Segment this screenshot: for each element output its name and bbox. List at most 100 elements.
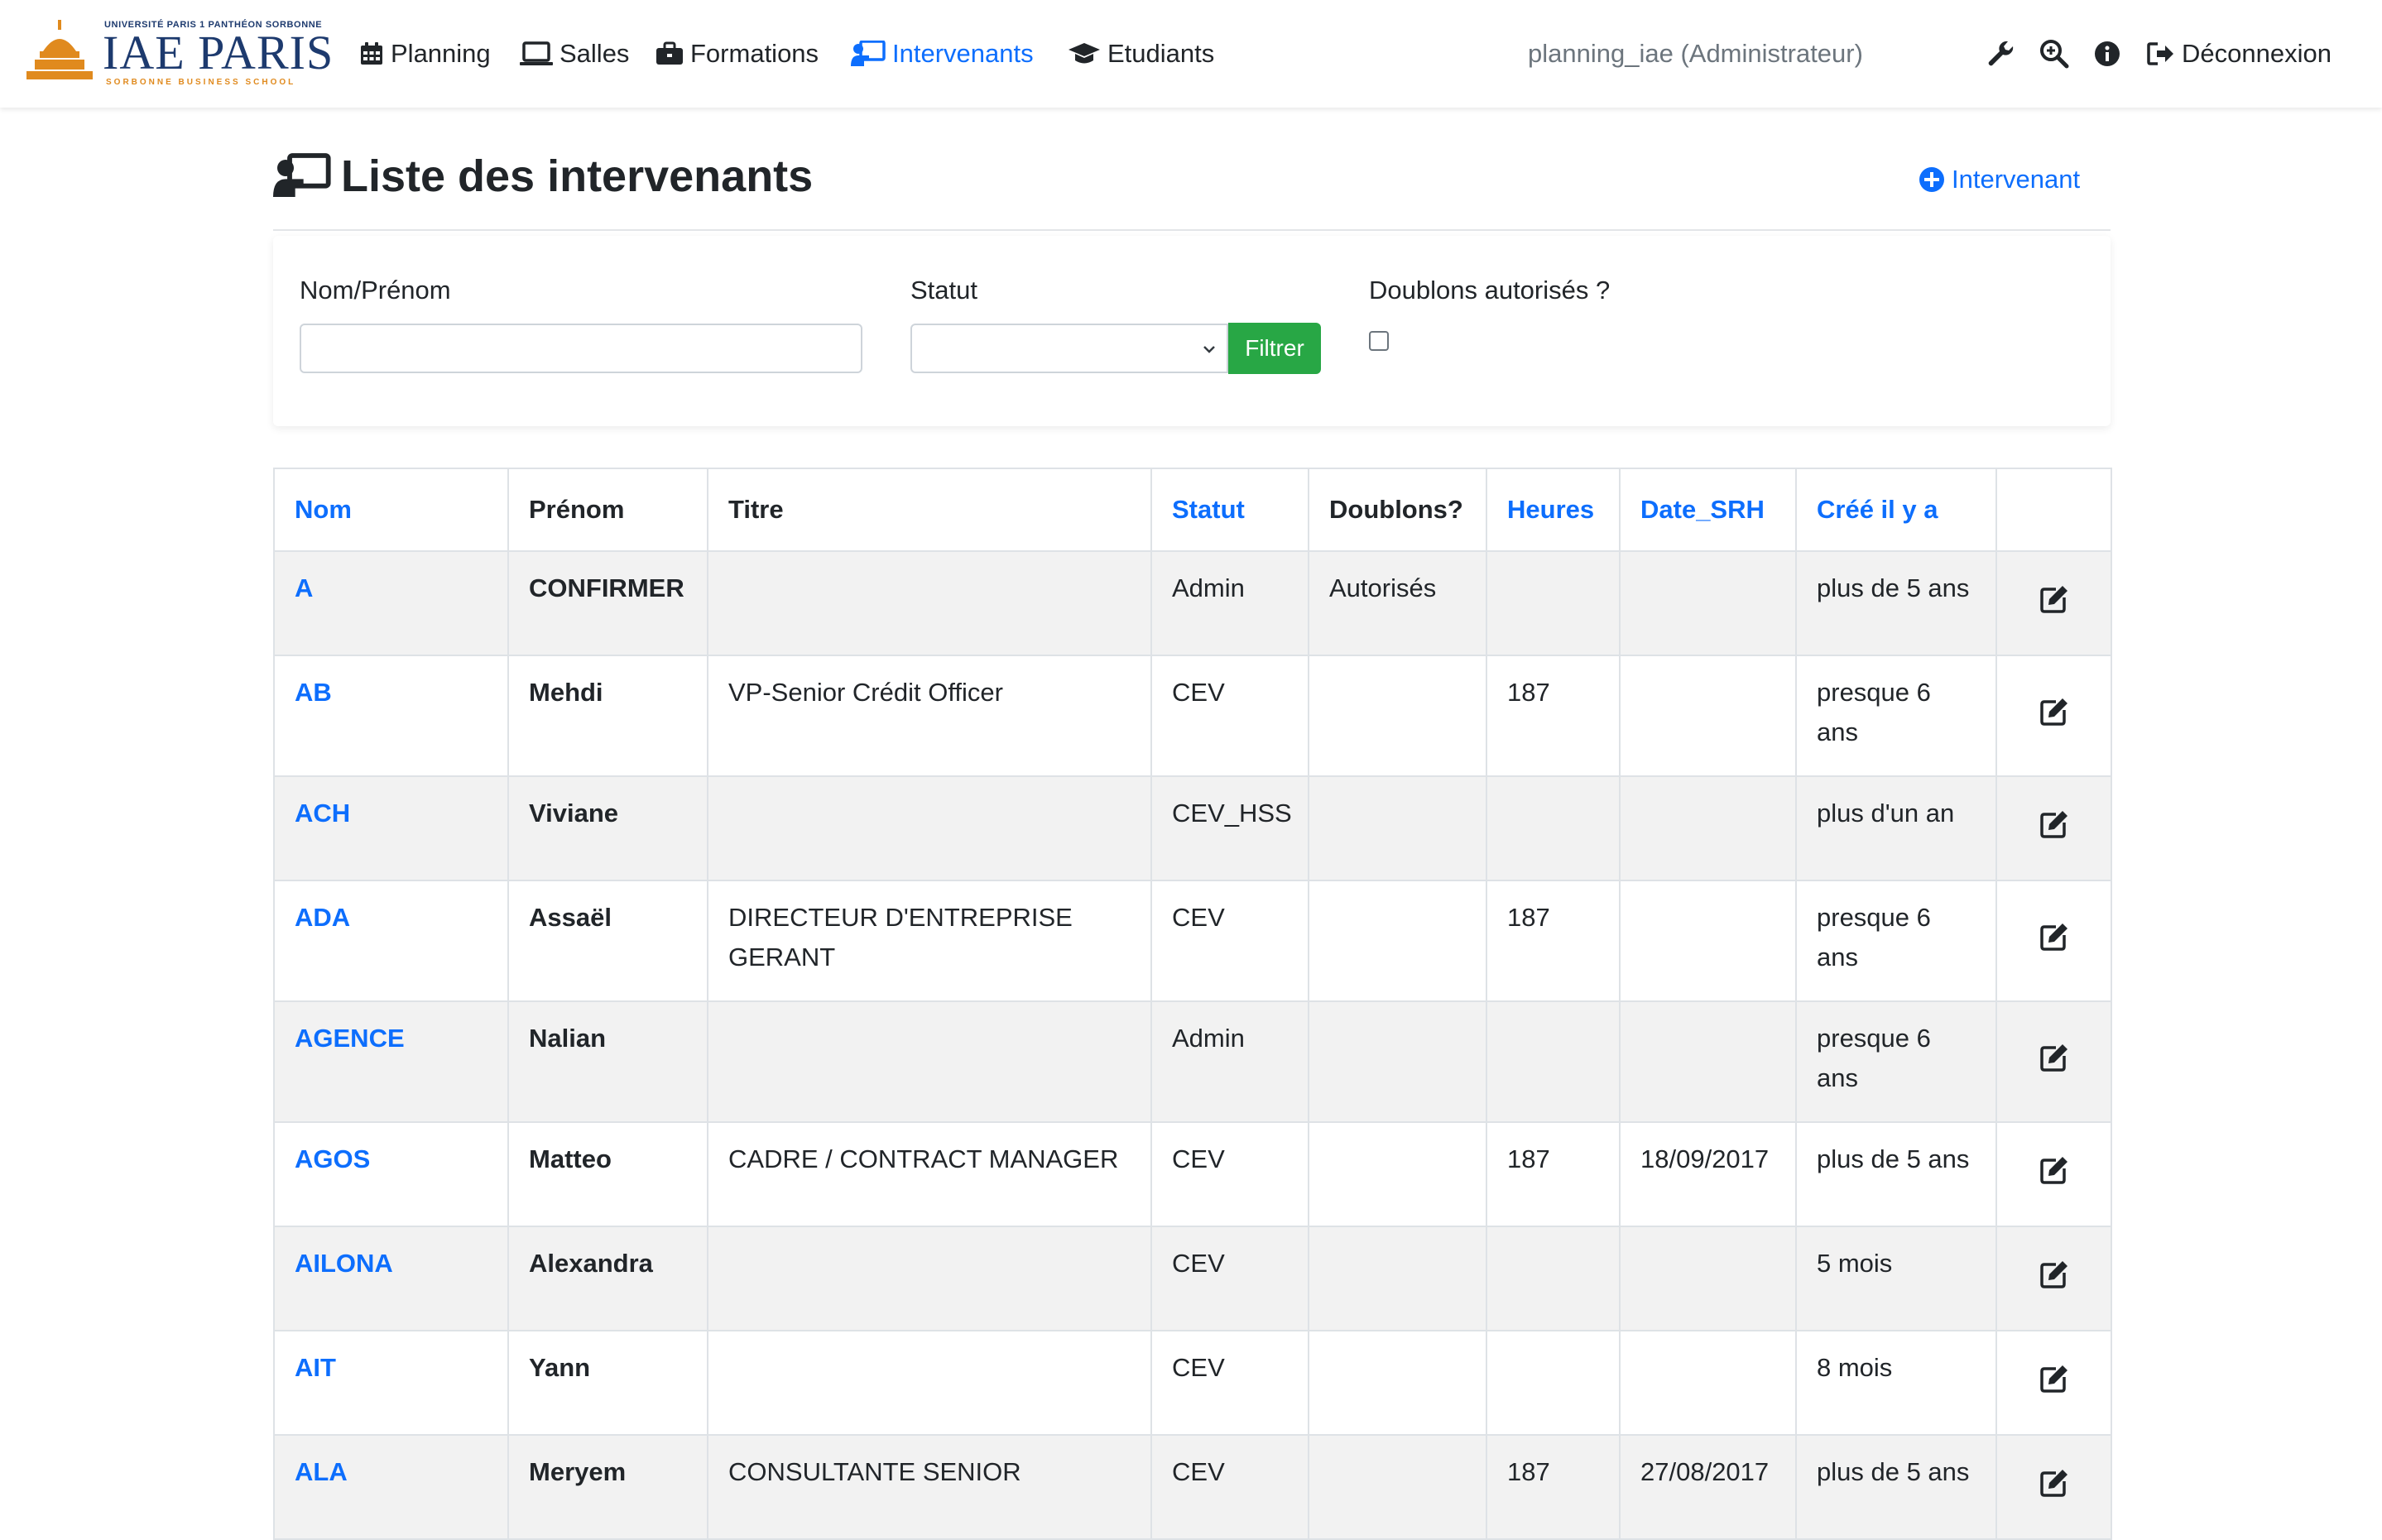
page-header: Liste des intervenants — [273, 141, 813, 212]
cell-actions — [1995, 655, 2112, 777]
status-filter-select[interactable] — [910, 324, 1228, 373]
edit-icon[interactable] — [2036, 581, 2072, 617]
iae-paris-logo[interactable]: UNIVERSITÉ PARIS 1 PANTHÉON SORBONNE IAE… — [25, 18, 333, 87]
graduation-cap-icon — [1069, 43, 1100, 64]
cell-prenom: Mehdi — [507, 655, 708, 777]
chevron-down-icon — [1203, 346, 1215, 353]
logout-link[interactable]: Déconnexion — [2147, 33, 2332, 74]
sign-out-icon — [2147, 42, 2173, 65]
cell-nom[interactable]: AILONA — [273, 1226, 509, 1331]
cell-cree: 8 mois — [1795, 1330, 1997, 1436]
nav-item-intervenants[interactable]: Intervenants — [851, 33, 1034, 74]
cell-statut: CEV — [1150, 1330, 1309, 1436]
edit-icon[interactable] — [2036, 1039, 2072, 1076]
nav-item-formations[interactable]: Formations — [656, 33, 819, 74]
briefcase-icon — [656, 41, 683, 65]
logo-main-text: IAE PARIS — [103, 26, 334, 79]
cell-cree: presque 6 ans — [1795, 880, 1997, 1002]
cell-statut: Admin — [1150, 550, 1309, 656]
edit-icon[interactable] — [2036, 1152, 2072, 1188]
cell-nom[interactable]: ACH — [273, 775, 509, 881]
nav-label: Planning — [391, 39, 491, 68]
column-header-doublons: Doublons? — [1308, 468, 1487, 552]
column-header-date-srh[interactable]: Date_SRH — [1619, 468, 1797, 552]
column-header-heures[interactable]: Heures — [1486, 468, 1621, 552]
cell-statut: CEV — [1150, 1226, 1309, 1331]
calendar-icon — [361, 42, 382, 65]
cell-heures: 187 — [1486, 1121, 1621, 1227]
filter-button[interactable]: Filtrer — [1228, 323, 1321, 374]
cell-date-srh: 27/08/2017 — [1619, 1434, 1797, 1540]
cell-date-srh — [1619, 550, 1797, 656]
cell-titre — [707, 550, 1152, 656]
nav-item-salles[interactable]: Salles — [520, 33, 629, 74]
cell-heures: 187 — [1486, 1434, 1621, 1540]
current-user: planning_iae (Administrateur) — [1528, 39, 1863, 68]
column-header-statut[interactable]: Statut — [1150, 468, 1309, 552]
cell-cree: plus de 5 ans — [1795, 550, 1997, 656]
cell-titre: CONSULTANTE SENIOR — [707, 1434, 1152, 1540]
cell-titre: VP-Senior Crédit Officer — [707, 655, 1152, 777]
cell-nom[interactable]: AB — [273, 655, 509, 777]
cell-cree: presque 6 ans — [1795, 1000, 1997, 1123]
wrench-icon[interactable] — [1985, 37, 2018, 70]
column-header-nom[interactable]: Nom — [273, 468, 509, 552]
plus-circle-icon — [1919, 167, 1944, 192]
cell-nom[interactable]: A — [273, 550, 509, 656]
cell-nom[interactable]: AGOS — [273, 1121, 509, 1227]
cell-titre — [707, 1226, 1152, 1331]
nav-label: Etudiants — [1107, 39, 1215, 68]
cell-nom[interactable]: ALA — [273, 1434, 509, 1540]
column-header-actions — [1995, 468, 2112, 552]
cell-titre — [707, 775, 1152, 881]
page-title: Liste des intervenants — [341, 151, 814, 201]
table-row: ALA Meryem CONSULTANTE SENIOR CEV 187 27… — [273, 1434, 2112, 1540]
cell-cree: 5 mois — [1795, 1226, 1997, 1331]
cell-heures — [1486, 1330, 1621, 1436]
cell-statut: CEV — [1150, 1434, 1309, 1540]
cell-nom[interactable]: ADA — [273, 880, 509, 1002]
column-header-cree[interactable]: Créé il y a — [1795, 468, 1997, 552]
duplicates-checkbox[interactable] — [1369, 331, 1389, 351]
cell-heures: 187 — [1486, 655, 1621, 777]
status-filter-label: Statut — [910, 276, 977, 305]
table-row: AILONA Alexandra CEV 5 mois — [273, 1226, 2112, 1331]
cell-prenom: CONFIRMER — [507, 550, 708, 656]
cell-actions — [1995, 775, 2112, 881]
duplicates-label: Doublons autorisés ? — [1369, 276, 1611, 305]
cell-prenom: Yann — [507, 1330, 708, 1436]
cell-date-srh — [1619, 1000, 1797, 1123]
cell-date-srh — [1619, 655, 1797, 777]
edit-icon[interactable] — [2036, 693, 2072, 730]
edit-icon[interactable] — [2036, 1360, 2072, 1397]
cell-actions — [1995, 550, 2112, 656]
header-divider — [273, 229, 2111, 231]
nav-label: Salles — [559, 39, 630, 68]
cell-heures — [1486, 1226, 1621, 1331]
logout-label: Déconnexion — [2182, 39, 2332, 68]
zoom-in-icon[interactable] — [2038, 37, 2071, 70]
cell-statut: CEV_HSS — [1150, 775, 1309, 881]
add-intervenant-button[interactable]: Intervenant — [1919, 160, 2080, 199]
logo-subtitle-text: SORBONNE BUSINESS SCHOOL — [106, 78, 296, 87]
edit-icon[interactable] — [2036, 1465, 2072, 1501]
edit-icon[interactable] — [2036, 1256, 2072, 1293]
cell-heures — [1486, 550, 1621, 656]
cell-prenom: Meryem — [507, 1434, 708, 1540]
cell-statut: Admin — [1150, 1000, 1309, 1123]
nav-item-planning[interactable]: Planning — [359, 33, 491, 74]
nav-item-etudiants[interactable]: Etudiants — [1068, 33, 1214, 74]
cell-nom[interactable]: AIT — [273, 1330, 509, 1436]
cell-prenom: Assaël — [507, 880, 708, 1002]
cell-cree: plus de 5 ans — [1795, 1434, 1997, 1540]
name-filter-input[interactable] — [300, 324, 862, 373]
info-icon[interactable] — [2091, 37, 2124, 70]
cell-prenom: Nalian — [507, 1000, 708, 1123]
cell-nom[interactable]: AGENCE — [273, 1000, 509, 1123]
edit-icon[interactable] — [2036, 806, 2072, 842]
cell-titre — [707, 1000, 1152, 1123]
edit-icon[interactable] — [2036, 919, 2072, 955]
cell-actions — [1995, 1121, 2112, 1227]
cell-date-srh — [1619, 1330, 1797, 1436]
cell-actions — [1995, 1226, 2112, 1331]
